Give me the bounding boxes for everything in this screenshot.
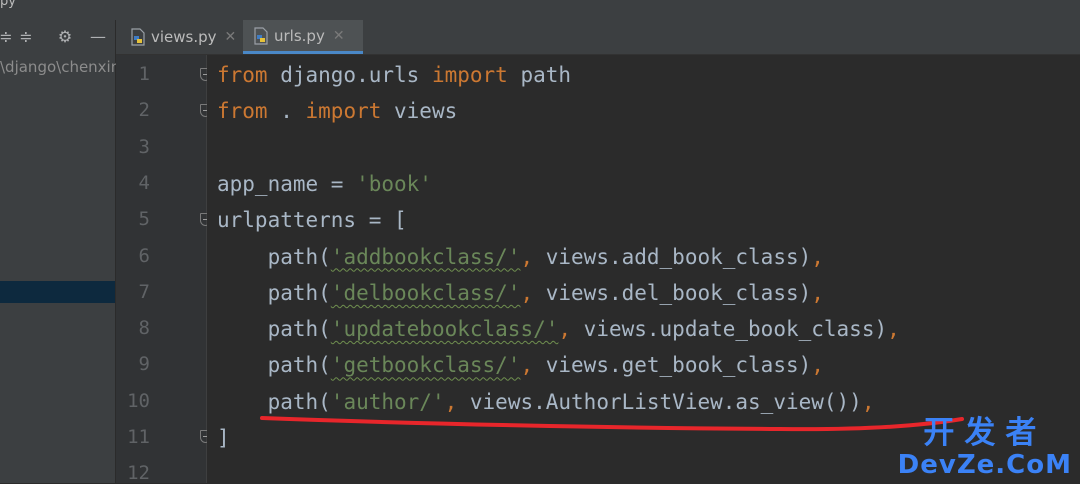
red-underline-annotation (260, 416, 964, 432)
watermark-cn: 开发者 (923, 415, 1047, 451)
watermark-en: DevZe.CoM (897, 450, 1072, 480)
annotation-stroke (260, 416, 964, 432)
watermark: 开发者 DevZe.CoM (898, 416, 1072, 480)
